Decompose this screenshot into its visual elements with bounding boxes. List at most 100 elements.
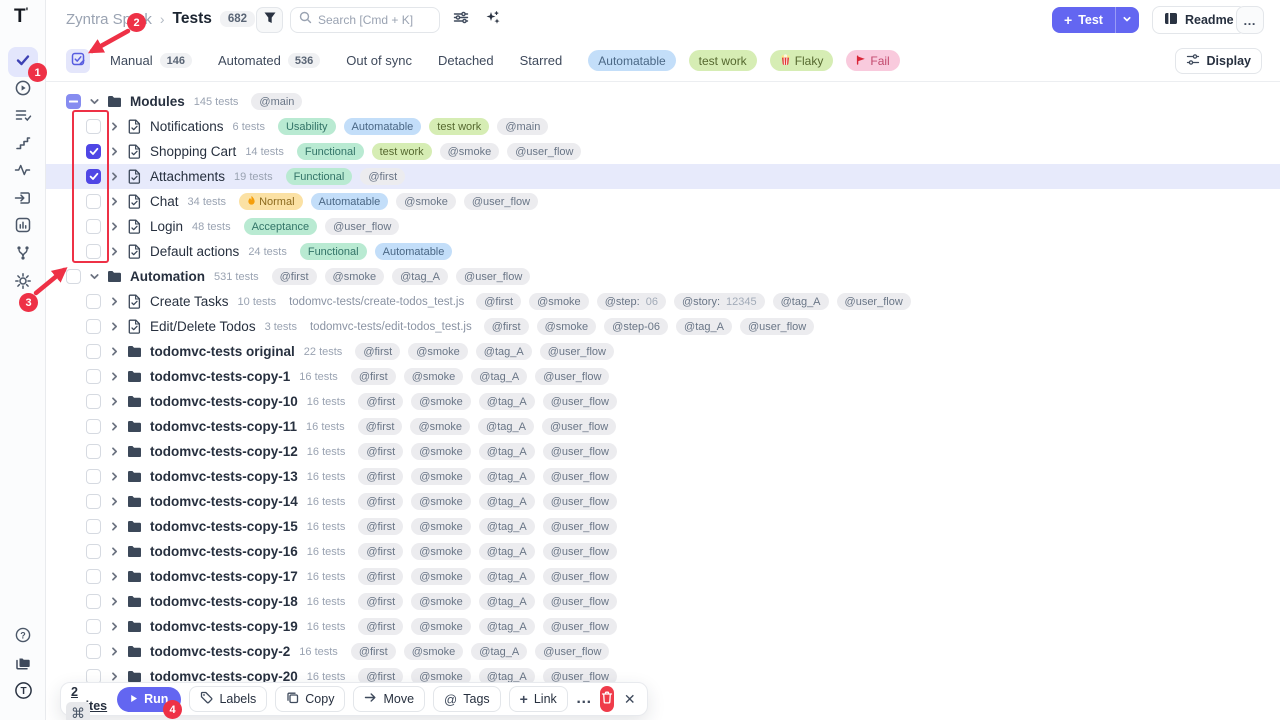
tree-row[interactable]: todomvc-tests-copy-1316 tests@first@smok…	[46, 464, 1280, 489]
filter-pill-fail[interactable]: Fail	[846, 50, 899, 71]
filter-pill-automatable[interactable]: Automatable	[588, 50, 675, 71]
move-button[interactable]: Move	[353, 686, 425, 712]
sidebar-item-branches[interactable]	[14, 246, 32, 264]
chevron-right-icon[interactable]	[107, 321, 121, 332]
readme-button[interactable]: Readme	[1152, 6, 1246, 34]
filter-tab-detached[interactable]: Detached	[438, 53, 494, 68]
sidebar-item-steps[interactable]	[14, 136, 32, 154]
sidebar-item-help[interactable]: ?	[14, 628, 32, 646]
tree-row[interactable]: todomvc-tests-copy-1116 tests@first@smok…	[46, 414, 1280, 439]
row-checkbox[interactable]	[86, 319, 101, 334]
tree-row[interactable]: Chat34 testsNormalAutomatable@smoke@user…	[46, 189, 1280, 214]
adjustments-button[interactable]	[452, 11, 470, 29]
chevron-right-icon[interactable]	[107, 671, 121, 682]
chevron-right-icon[interactable]	[107, 371, 121, 382]
run-button[interactable]: Run	[117, 687, 181, 712]
tree-row[interactable]: todomvc-tests original22 tests@first@smo…	[46, 339, 1280, 364]
tree-row[interactable]: Edit/Delete Todos3 teststodomvc-tests/ed…	[46, 314, 1280, 339]
breadcrumb-project[interactable]: Zyntra Spark	[66, 11, 152, 28]
search-input[interactable]	[318, 13, 431, 27]
chevron-right-icon[interactable]	[107, 296, 121, 307]
filter-tab-out-of-sync[interactable]: Out of sync	[346, 53, 412, 68]
row-checkbox[interactable]	[86, 419, 101, 434]
chevron-right-icon[interactable]	[107, 346, 121, 357]
tree-row[interactable]: todomvc-tests-copy-1016 tests@first@smok…	[46, 389, 1280, 414]
tree-row[interactable]: Shopping Cart14 testsFunctionaltest work…	[46, 139, 1280, 164]
tree-row[interactable]: todomvc-tests-copy-1216 tests@first@smok…	[46, 439, 1280, 464]
row-checkbox[interactable]	[86, 619, 101, 634]
chevron-down-icon[interactable]	[87, 271, 101, 282]
chevron-right-icon[interactable]	[107, 446, 121, 457]
close-bulkbar-button[interactable]: ✕	[622, 686, 637, 712]
row-checkbox[interactable]	[86, 219, 101, 234]
link-button[interactable]: + Link	[509, 686, 568, 712]
row-checkbox[interactable]	[86, 544, 101, 559]
chevron-right-icon[interactable]	[107, 396, 121, 407]
filter-button[interactable]	[256, 7, 283, 33]
row-checkbox[interactable]	[86, 519, 101, 534]
filter-tab-automated[interactable]: Automated536	[218, 53, 320, 68]
row-checkbox[interactable]	[86, 569, 101, 584]
header-more-button[interactable]: …	[1236, 6, 1264, 34]
filter-pill-test-work[interactable]: test work	[689, 50, 757, 71]
bulkbar-more-button[interactable]: …	[576, 687, 592, 711]
app-logo[interactable]: T'	[14, 6, 28, 28]
row-checkbox[interactable]	[86, 594, 101, 609]
tree-row[interactable]: todomvc-tests-copy-216 tests@first@smoke…	[46, 639, 1280, 664]
tree-row[interactable]: todomvc-tests-copy-1716 tests@first@smok…	[46, 564, 1280, 589]
search-box[interactable]	[290, 7, 440, 33]
row-checkbox[interactable]	[86, 294, 101, 309]
row-checkbox[interactable]	[86, 469, 101, 484]
tree-row[interactable]: Notifications6 testsUsabilityAutomatable…	[46, 114, 1280, 139]
tree-row[interactable]: Default actions24 testsFunctionalAutomat…	[46, 239, 1280, 264]
tree-row[interactable]: Login48 testsAcceptance@user_flow	[46, 214, 1280, 239]
row-checkbox[interactable]	[86, 644, 101, 659]
sidebar-item-projects[interactable]	[14, 656, 32, 674]
tree-row[interactable]: todomvc-tests-copy-1916 tests@first@smok…	[46, 614, 1280, 639]
ai-assist-button[interactable]	[484, 11, 502, 29]
row-checkbox[interactable]	[86, 494, 101, 509]
row-checkbox[interactable]	[66, 269, 81, 284]
chevron-right-icon[interactable]	[107, 196, 121, 207]
labels-button[interactable]: Labels	[189, 686, 267, 712]
chevron-right-icon[interactable]	[107, 146, 121, 157]
tree-row[interactable]: Automation531 tests@first@smoke@tag_A@us…	[46, 264, 1280, 289]
chevron-right-icon[interactable]	[107, 221, 121, 232]
row-checkbox[interactable]	[86, 244, 101, 259]
sidebar-item-reports[interactable]	[14, 218, 32, 236]
sidebar-item-runs[interactable]	[14, 81, 32, 99]
sidebar-item-account[interactable]: T	[14, 684, 32, 702]
display-button[interactable]: Display	[1175, 48, 1262, 74]
filter-tab-starred[interactable]: Starred	[520, 53, 563, 68]
chevron-right-icon[interactable]	[107, 521, 121, 532]
chevron-right-icon[interactable]	[107, 471, 121, 482]
sidebar-item-settings[interactable]	[14, 274, 32, 292]
chevron-right-icon[interactable]	[107, 621, 121, 632]
row-checkbox[interactable]	[86, 169, 101, 184]
chevron-right-icon[interactable]	[107, 121, 121, 132]
row-checkbox[interactable]	[86, 369, 101, 384]
tree-row[interactable]: todomvc-tests-copy-116 tests@first@smoke…	[46, 364, 1280, 389]
row-checkbox[interactable]	[86, 444, 101, 459]
tags-button[interactable]: @ Tags	[433, 686, 501, 712]
row-checkbox[interactable]	[86, 394, 101, 409]
delete-button[interactable]	[600, 686, 615, 712]
tree-row[interactable]: Create Tasks10 teststodomvc-tests/create…	[46, 289, 1280, 314]
tree-row[interactable]: todomvc-tests-copy-1516 tests@first@smok…	[46, 514, 1280, 539]
copy-button[interactable]: Copy	[275, 686, 345, 712]
tree-row[interactable]: Modules145 tests@main	[46, 89, 1280, 114]
new-test-dropdown-button[interactable]	[1115, 7, 1139, 33]
chevron-down-icon[interactable]	[87, 96, 101, 107]
bulk-select-button[interactable]	[66, 49, 90, 73]
row-checkbox[interactable]	[86, 194, 101, 209]
tree-row[interactable]: todomvc-tests-copy-1416 tests@first@smok…	[46, 489, 1280, 514]
row-checkbox[interactable]	[66, 94, 81, 109]
chevron-right-icon[interactable]	[107, 646, 121, 657]
chevron-right-icon[interactable]	[107, 571, 121, 582]
sidebar-item-pulse[interactable]	[14, 163, 32, 181]
chevron-right-icon[interactable]	[107, 496, 121, 507]
sidebar-item-import[interactable]	[14, 191, 32, 209]
row-checkbox[interactable]	[86, 344, 101, 359]
tree-row[interactable]: todomvc-tests-copy-1816 tests@first@smok…	[46, 589, 1280, 614]
chevron-right-icon[interactable]	[107, 546, 121, 557]
